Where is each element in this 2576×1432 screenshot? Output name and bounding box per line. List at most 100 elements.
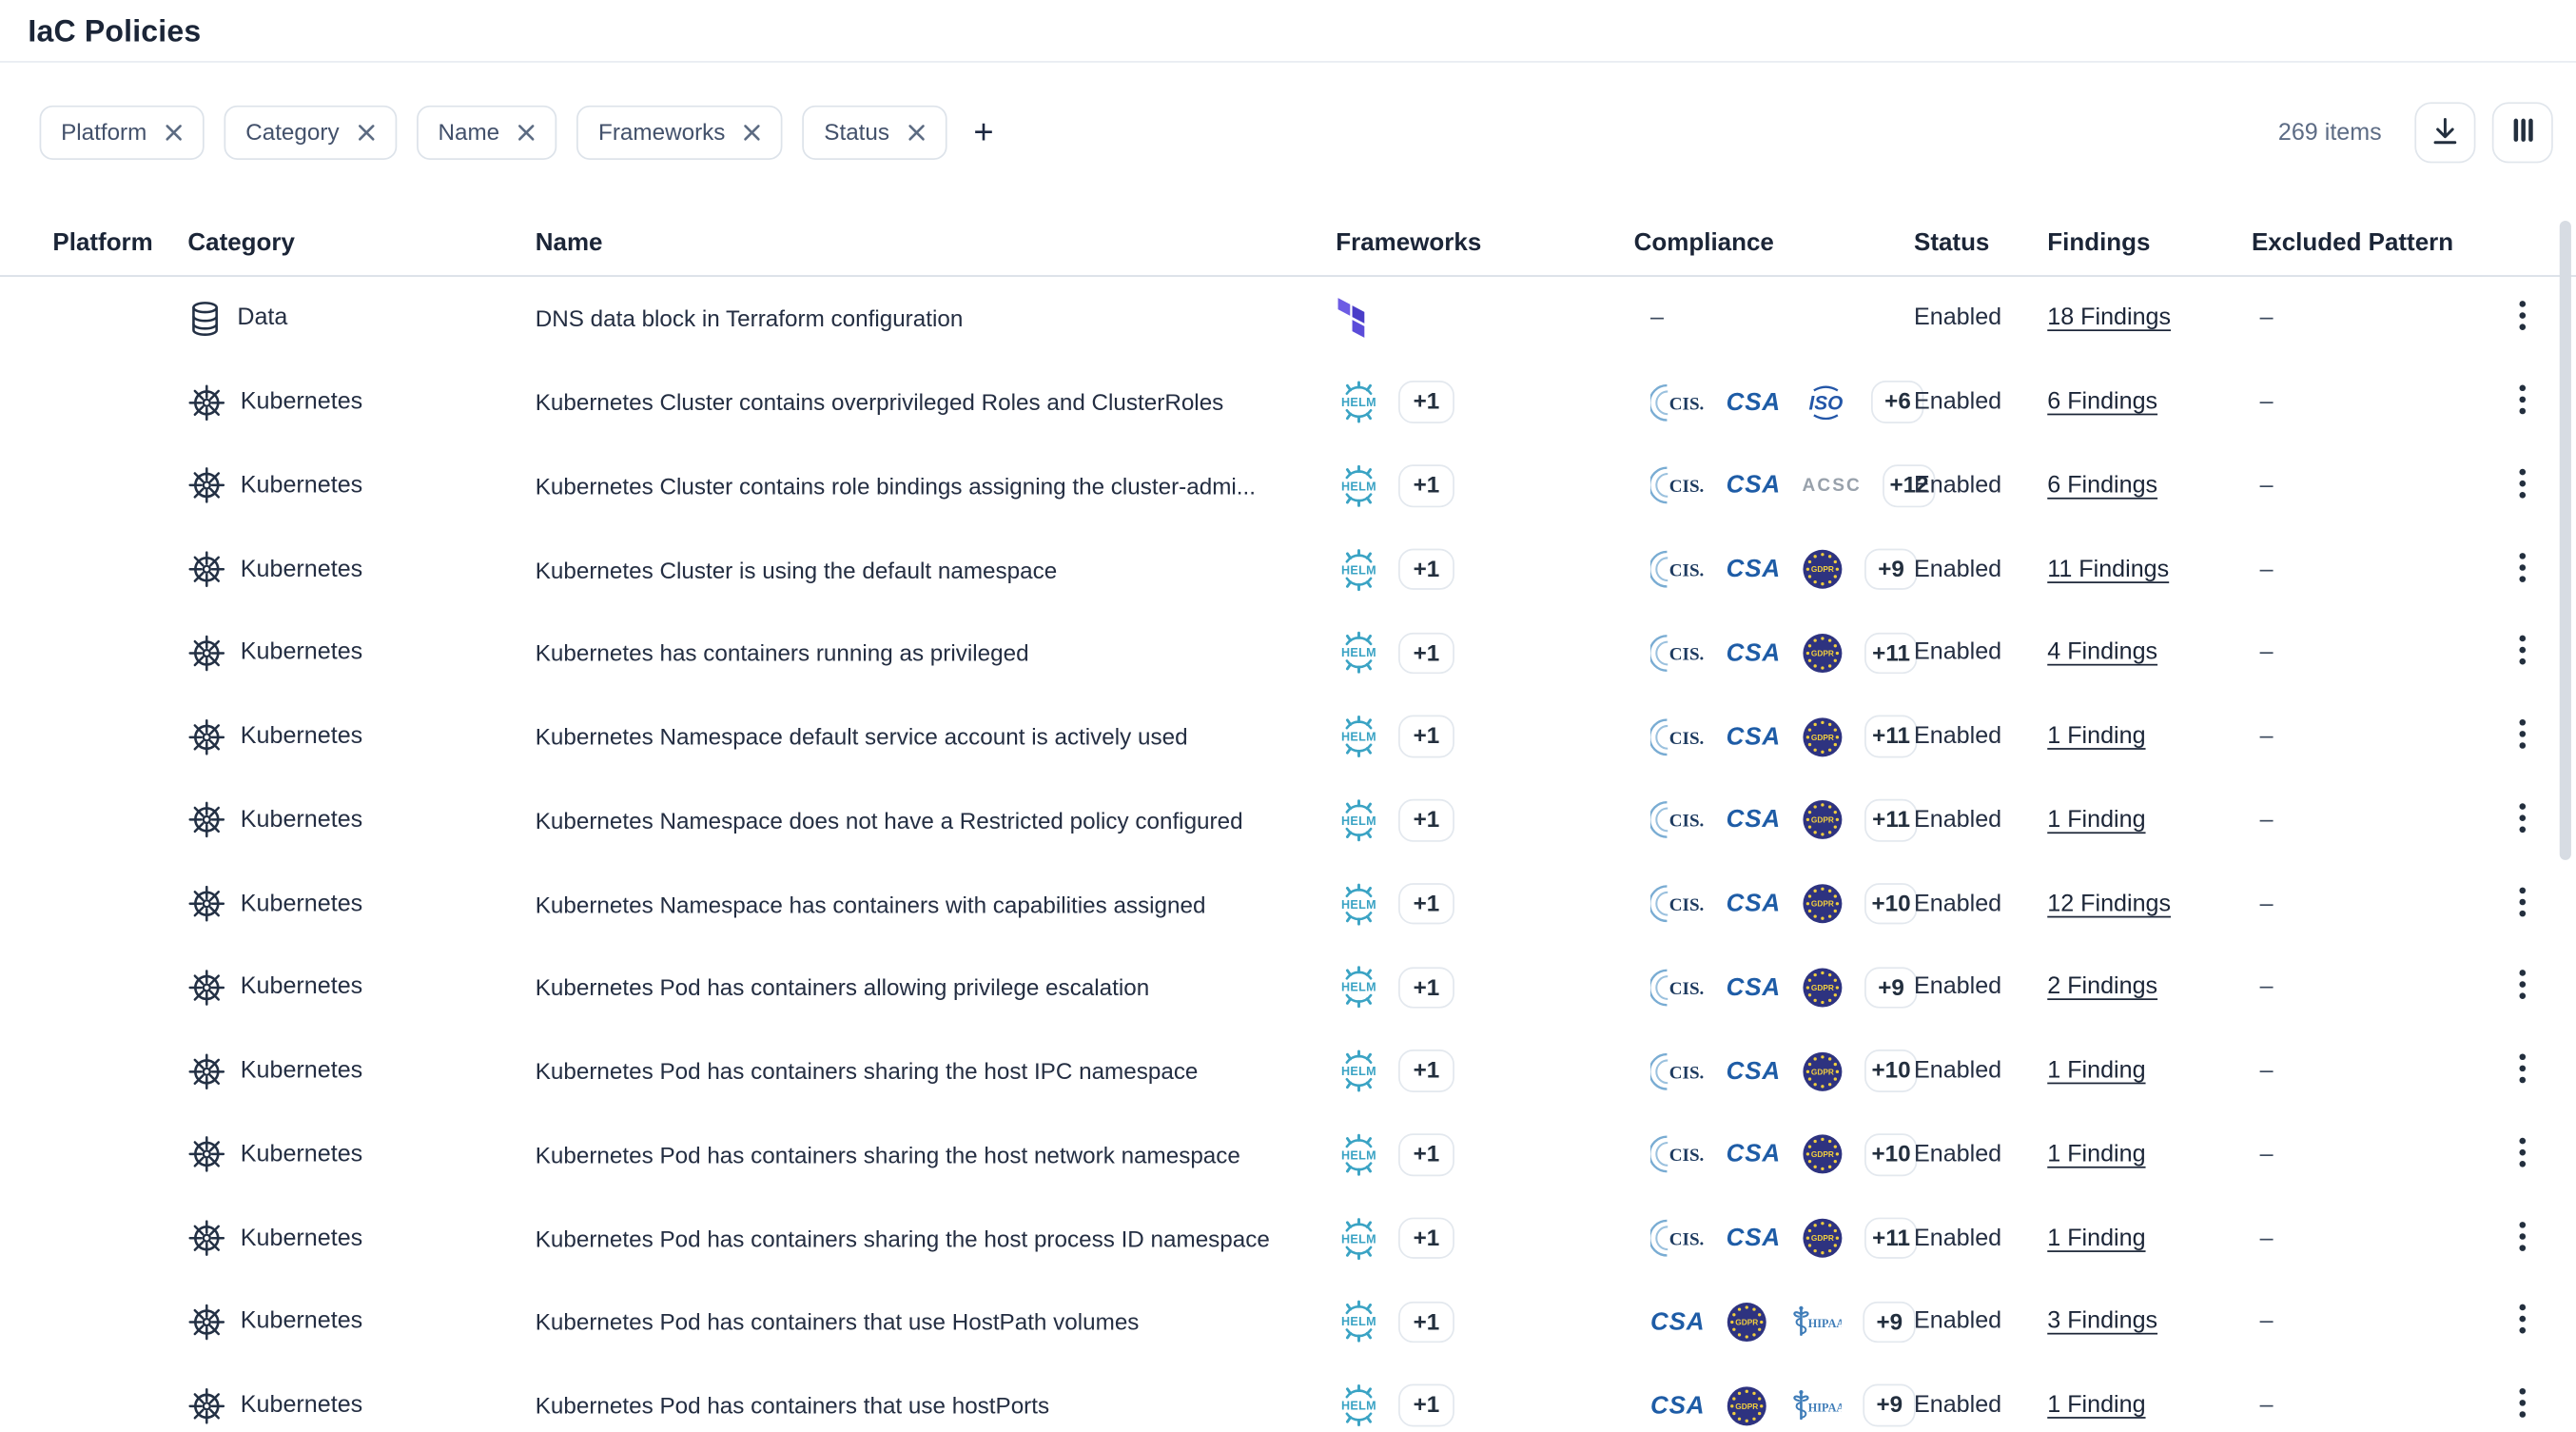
findings-link[interactable]: 6 Findings	[2047, 389, 2157, 416]
frameworks-more-badge[interactable]: +1	[1398, 465, 1454, 507]
actions-cell	[2470, 1381, 2556, 1430]
add-filter-button[interactable]: +	[966, 115, 1000, 149]
frameworks-more-badge[interactable]: +1	[1398, 967, 1454, 1009]
findings-link[interactable]: 1 Finding	[2047, 1142, 2145, 1168]
row-menu-button[interactable]	[2506, 461, 2540, 511]
findings-link[interactable]: 2 Findings	[2047, 974, 2157, 1001]
frameworks-more-badge[interactable]: +1	[1398, 1217, 1454, 1259]
compliance-cell: CIS.CSAGDPR+11	[1634, 799, 1914, 841]
frameworks-more-badge[interactable]: +1	[1398, 799, 1454, 841]
frameworks-more-badge[interactable]: +1	[1398, 1050, 1454, 1092]
frameworks-more-badge[interactable]: +1	[1398, 1301, 1454, 1343]
compliance-more-badge[interactable]: +11	[1864, 799, 1917, 841]
table-row: KubernetesKubernetes Cluster contains ov…	[0, 361, 2576, 444]
frameworks-more-badge[interactable]: +1	[1398, 548, 1454, 590]
svg-text:GDPR: GDPR	[1736, 1401, 1759, 1410]
compliance-more-badge[interactable]: +9	[1864, 967, 1917, 1009]
svg-text:GDPR: GDPR	[1811, 815, 1834, 825]
table-row: KubernetesKubernetes Namespace has conta…	[0, 862, 2576, 946]
vertical-scrollbar-thumb[interactable]	[2560, 221, 2571, 860]
compliance-more-badge[interactable]: +11	[1864, 632, 1917, 674]
excluded-pattern-cell: –	[2252, 723, 2470, 750]
svg-text:CIS.: CIS.	[1669, 1147, 1705, 1167]
findings-link[interactable]: 4 Findings	[2047, 639, 2157, 666]
frameworks-more-badge[interactable]: +1	[1398, 632, 1454, 674]
frameworks-more-badge[interactable]: +1	[1398, 1134, 1454, 1176]
category-cell: Kubernetes	[187, 1220, 535, 1258]
excluded-pattern-cell: –	[2252, 639, 2470, 666]
empty-value: –	[2260, 639, 2274, 666]
policy-name-cell: Kubernetes Namespace has containers with…	[536, 891, 1337, 917]
filter-chip-status[interactable]: Status	[803, 106, 947, 160]
findings-link[interactable]: 1 Finding	[2047, 1392, 2145, 1419]
findings-link[interactable]: 1 Finding	[2047, 1058, 2145, 1085]
findings-link[interactable]: 18 Findings	[2047, 305, 2171, 332]
filter-chip-name[interactable]: Name	[417, 106, 557, 160]
filter-chip-category[interactable]: Category	[224, 106, 397, 160]
category-cell: Data	[187, 300, 535, 338]
compliance-more-badge[interactable]: +10	[1864, 1050, 1917, 1092]
row-menu-button[interactable]	[2506, 1381, 2540, 1430]
svg-text:HELM: HELM	[1341, 1316, 1376, 1329]
compliance-more-badge[interactable]: +9	[1864, 548, 1917, 590]
compliance-more-badge[interactable]: +10	[1864, 883, 1917, 925]
findings-link[interactable]: 6 Findings	[2047, 473, 2157, 500]
row-menu-button[interactable]	[2506, 795, 2540, 845]
frameworks-more-badge[interactable]: +1	[1398, 883, 1454, 925]
frameworks-more-badge[interactable]: +1	[1398, 716, 1454, 757]
frameworks-more-badge[interactable]: +1	[1398, 382, 1454, 423]
kebab-icon	[2518, 551, 2527, 587]
compliance-more-badge[interactable]: +11	[1864, 716, 1917, 757]
findings-link[interactable]: 1 Finding	[2047, 1226, 2145, 1252]
svg-text:CIS.: CIS.	[1669, 1063, 1705, 1083]
close-icon[interactable]	[165, 124, 183, 142]
row-menu-button[interactable]	[2506, 628, 2540, 677]
row-menu-button[interactable]	[2506, 879, 2540, 929]
frameworks-more-badge[interactable]: +1	[1398, 1384, 1454, 1426]
compliance-cell: CIS.CSAISO+6	[1634, 382, 1914, 423]
excluded-pattern-cell: –	[2252, 1226, 2470, 1252]
row-menu-button[interactable]	[2506, 712, 2540, 761]
findings-link[interactable]: 3 Findings	[2047, 1308, 2157, 1335]
columns-button[interactable]	[2492, 102, 2553, 163]
close-icon[interactable]	[907, 124, 926, 142]
svg-text:CIS.: CIS.	[1669, 812, 1705, 832]
row-menu-button[interactable]	[2506, 378, 2540, 427]
close-icon[interactable]	[743, 124, 761, 142]
svg-text:HELM: HELM	[1341, 396, 1376, 409]
svg-text:HELM: HELM	[1341, 647, 1376, 660]
findings-link[interactable]: 1 Finding	[2047, 807, 2145, 834]
excluded-pattern-cell: –	[2252, 389, 2470, 416]
findings-link[interactable]: 1 Finding	[2047, 723, 2145, 750]
compliance-cell: CIS.CSAACSC+12	[1634, 465, 1914, 507]
excluded-pattern-cell: –	[2252, 557, 2470, 583]
compliance-more-badge[interactable]: +9	[1864, 1384, 1916, 1426]
excluded-pattern-cell: –	[2252, 807, 2470, 834]
filter-chip-frameworks[interactable]: Frameworks	[577, 106, 783, 160]
row-menu-button[interactable]	[2506, 544, 2540, 594]
download-button[interactable]	[2414, 102, 2475, 163]
compliance-more-badge[interactable]: +11	[1864, 1217, 1917, 1259]
row-menu-button[interactable]	[2506, 1297, 2540, 1346]
helm-icon: HELM	[1336, 882, 1381, 925]
compliance-more-badge[interactable]: +10	[1864, 1134, 1917, 1176]
frameworks-cell: HELM+1	[1336, 716, 1633, 758]
row-menu-button[interactable]	[2506, 1130, 2540, 1180]
kebab-icon	[2518, 1387, 2527, 1423]
findings-link[interactable]: 11 Findings	[2047, 557, 2169, 583]
close-icon[interactable]	[517, 124, 536, 142]
close-icon[interactable]	[358, 124, 376, 142]
row-menu-button[interactable]	[2506, 1213, 2540, 1263]
svg-text:CIS.: CIS.	[1669, 895, 1705, 915]
findings-link[interactable]: 12 Findings	[2047, 891, 2171, 917]
items-count: 269 items	[2278, 120, 2382, 147]
row-menu-button[interactable]	[2506, 1047, 2540, 1096]
csa-icon: CSA	[1727, 472, 1781, 500]
row-menu-button[interactable]	[2506, 963, 2540, 1012]
compliance-more-badge[interactable]: +9	[1864, 1301, 1916, 1343]
filter-chip-platform[interactable]: Platform	[40, 106, 205, 160]
row-menu-button[interactable]	[2506, 294, 2540, 343]
svg-text:HELM: HELM	[1341, 1400, 1376, 1413]
helm-icon: HELM	[1336, 1301, 1381, 1344]
kubernetes-icon	[187, 467, 225, 505]
